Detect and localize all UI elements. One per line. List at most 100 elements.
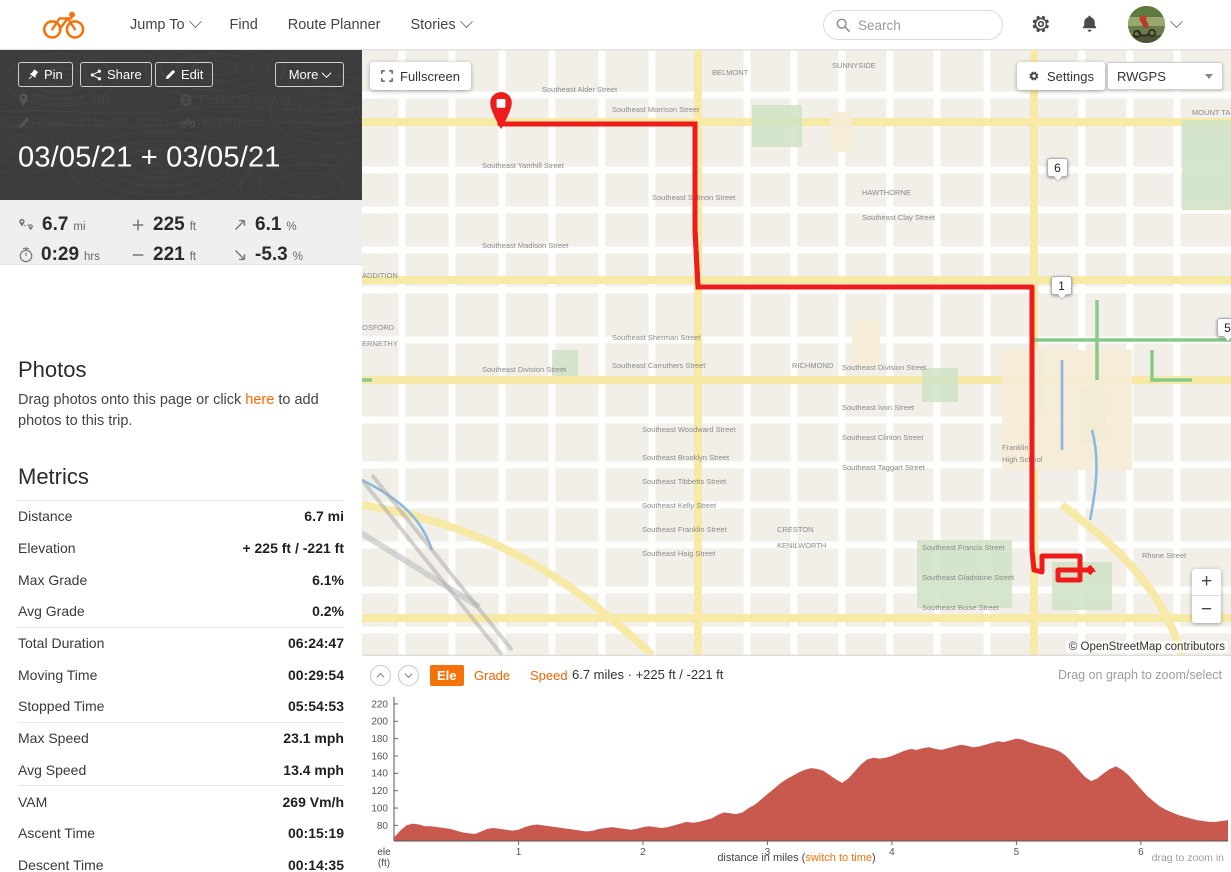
map-attribution[interactable]: © OpenStreetMap contributors	[1065, 641, 1228, 653]
nav-item-find[interactable]: Find	[230, 17, 258, 33]
stat-unit: mi	[73, 221, 86, 233]
meta-text: Public (0 views)	[199, 92, 291, 107]
nav-item-label: Find	[229, 16, 258, 33]
edit-button[interactable]: Edit	[155, 62, 214, 87]
map-layer-value: RWGPS	[1117, 68, 1166, 84]
svg-text:SUNNYSIDE: SUNNYSIDE	[832, 61, 876, 70]
metric-value: 13.4 mph	[283, 761, 344, 778]
fullscreen-label: Fullscreen	[400, 68, 460, 84]
svg-text:Southeast Alder Street: Southeast Alder Street	[542, 85, 618, 94]
bike-icon	[180, 119, 195, 128]
add-photos-link[interactable]: here	[245, 392, 274, 408]
svg-text:Southeast Tibbetts Street: Southeast Tibbetts Street	[642, 477, 727, 486]
metric-value: 05:54:53	[287, 698, 344, 715]
nav-item-label: Route Planner	[287, 16, 381, 33]
stat-max-grade: 6.1 %	[232, 214, 297, 236]
share-button[interactable]: Share	[80, 62, 152, 87]
start-pin-icon[interactable]	[488, 92, 514, 130]
xaxis-text-before: distance in miles (	[717, 852, 806, 864]
mile-marker-1[interactable]: 1	[1051, 276, 1072, 295]
mile-marker-label: 1	[1058, 278, 1065, 293]
elevation-chart[interactable]: 80 100 120 140 160 180 200 220 ele (ft) 1 2 3 4 5 6	[362, 689, 1231, 872]
search-box[interactable]	[823, 10, 1003, 40]
chevron-down-icon	[1205, 73, 1213, 79]
map-canvas[interactable]: Southeast Alder Street Southeast Morriso…	[362, 50, 1231, 655]
svg-text:Southeast Sherman Street: Southeast Sherman Street	[612, 333, 701, 342]
avatar-image	[1128, 6, 1165, 43]
metric-label: VAM	[18, 793, 48, 810]
expand-graph-button[interactable]	[398, 665, 419, 686]
search-input[interactable]	[858, 17, 978, 33]
meta-created: Created Mar 29, 2021	[18, 115, 163, 130]
zoom-in-button[interactable]: +	[1192, 569, 1221, 596]
metric-label: Ascent Time	[18, 825, 96, 842]
svg-text:200: 200	[371, 717, 388, 728]
svg-text:Southeast Woodward Street: Southeast Woodward Street	[642, 425, 737, 434]
nav-item-route-planner[interactable]: Route Planner	[288, 17, 381, 33]
meta-text: Created Mar 29, 2021	[37, 115, 164, 130]
svg-text:Franklin: Franklin	[1002, 443, 1029, 452]
mile-marker-6[interactable]: 6	[1047, 158, 1068, 177]
gear-icon	[1029, 71, 1039, 81]
svg-text:Southeast Clay Street: Southeast Clay Street	[862, 213, 936, 222]
more-button[interactable]: More	[275, 62, 344, 87]
tab-speed[interactable]: Speed	[523, 665, 575, 686]
table-row: Descent Time 00:14:35	[18, 849, 344, 872]
distance-pins-icon	[19, 218, 33, 230]
svg-text:ERNETHY: ERNETHY	[362, 339, 398, 348]
svg-text:220: 220	[371, 699, 388, 710]
metric-label: Max Grade	[18, 571, 88, 588]
tab-ele[interactable]: Ele	[430, 665, 464, 686]
metric-label: Total Duration	[18, 635, 105, 652]
arrow-up-right-icon	[235, 219, 246, 230]
switch-to-time-link[interactable]: switch to time	[805, 852, 872, 864]
fullscreen-button[interactable]: Fullscreen	[370, 62, 471, 90]
more-button-label: More	[288, 67, 319, 82]
pin-icon	[28, 69, 39, 80]
stat-value: 6.1	[255, 214, 282, 235]
gear-icon[interactable]	[1030, 13, 1052, 35]
stat-value: -5.3	[255, 244, 288, 265]
collapse-graph-button[interactable]	[370, 665, 391, 686]
avatar[interactable]	[1128, 6, 1165, 43]
elevation-chart-svg[interactable]: 80100120140160180200220ele(ft)1 2 3 4 5 6	[362, 689, 1231, 872]
nav-item-jump-to[interactable]: Jump To	[130, 15, 202, 33]
chevron-down-icon[interactable]	[1170, 15, 1183, 29]
tab-label: Speed	[530, 668, 568, 683]
stat-unit: ft	[189, 251, 197, 263]
table-row: Total Duration 06:24:47	[18, 626, 344, 659]
svg-text:Southeast Franklin Street: Southeast Franklin Street	[642, 525, 728, 534]
map-layer-select[interactable]: RWGPS	[1107, 62, 1223, 90]
chevron-down-icon	[188, 15, 202, 29]
metrics-table: Distance 6.7 mi Elevation + 225 ft / -22…	[18, 500, 344, 872]
metric-value: 00:29:54	[287, 666, 344, 683]
svg-text:Southeast Carruthers Street: Southeast Carruthers Street	[612, 361, 706, 370]
nav-item-stories[interactable]: Stories	[410, 15, 473, 33]
svg-text:BELMONT: BELMONT	[712, 68, 749, 77]
svg-text:Southeast Salmon Street: Southeast Salmon Street	[652, 193, 736, 202]
stat-unit: %	[286, 221, 297, 233]
svg-text:Southeast Boise Street: Southeast Boise Street	[922, 603, 1000, 612]
map-zoom-controls[interactable]: + −	[1192, 569, 1221, 623]
stat-value: 221	[153, 244, 185, 265]
bicycle-logo-icon[interactable]	[42, 10, 86, 40]
mile-marker-5[interactable]: 5	[1217, 318, 1231, 337]
stat-unit: ft	[189, 221, 197, 233]
bell-icon[interactable]	[1079, 13, 1100, 35]
metric-value: + 225 ft / -221 ft	[242, 540, 344, 557]
metric-value: 6.7 mi	[304, 508, 344, 525]
minus-icon	[132, 254, 144, 256]
page-title: 03/05/21 + 03/05/21	[18, 141, 281, 174]
pin-button[interactable]: Pin	[18, 62, 73, 87]
summary-stats-bar: 6.7 mi 0:29 hrs 225 ft 221 ft 6.1 % -5.3…	[0, 200, 362, 265]
stat-unit: hrs	[84, 251, 101, 263]
zoom-out-button[interactable]: −	[1192, 596, 1221, 623]
map-settings-button[interactable]: Settings	[1017, 62, 1105, 90]
meta-visibility: Public (0 views)	[180, 92, 290, 107]
mile-marker-label: 5	[1224, 320, 1231, 335]
share-button-label: Share	[107, 67, 142, 82]
svg-text:Southeast Division Street: Southeast Division Street	[482, 365, 567, 374]
table-row: Ascent Time 00:15:19	[18, 817, 344, 849]
tab-grade[interactable]: Grade	[467, 665, 517, 686]
map-pin-icon	[19, 93, 28, 106]
